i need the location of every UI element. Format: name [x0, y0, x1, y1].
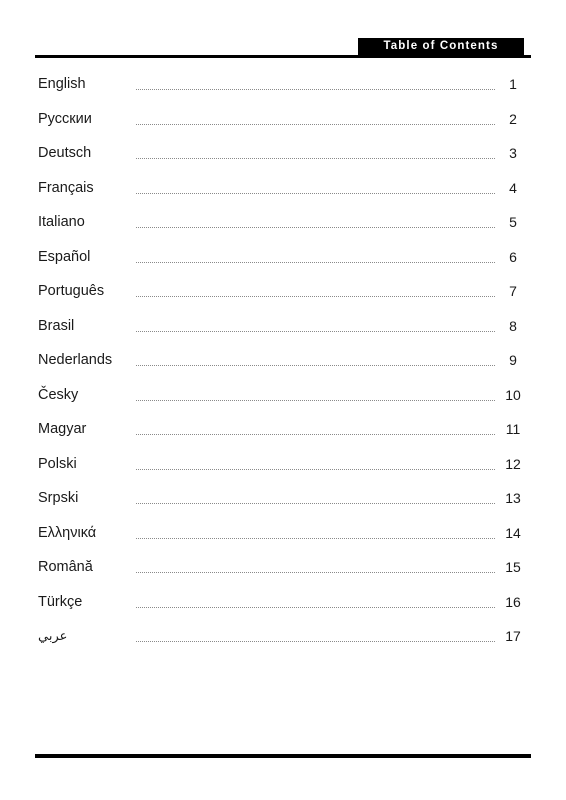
toc-entry-page-number: 11: [505, 421, 521, 437]
toc-entry-page-number: 13: [505, 490, 521, 506]
toc-leader-dots: [136, 537, 495, 539]
toc-entry[interactable]: Português 7: [0, 281, 566, 316]
toc-entry-label: Русскии: [38, 110, 92, 127]
toc-entry-label: Français: [38, 179, 94, 196]
toc-entry-label: English: [38, 76, 86, 92]
toc-entry-page-number: 9: [509, 352, 517, 368]
toc-leader-dots: [136, 295, 495, 297]
toc-leader-dots: [136, 468, 495, 470]
toc-entry-page-number: 16: [505, 593, 521, 610]
page-header: Table of Contents: [0, 0, 566, 62]
toc-entry[interactable]: Română 15: [0, 557, 566, 592]
toc-entry-page-number: 17: [505, 628, 521, 644]
toc-entry-page-number: 10: [505, 386, 521, 403]
toc-leader-dots: [136, 330, 495, 332]
toc-entry-page-number: 3: [509, 145, 517, 161]
toc-entry-label: Deutsch: [38, 145, 92, 161]
toc-entry[interactable]: Ελληνικά 14: [0, 523, 566, 558]
toc-entry[interactable]: عربي 17: [0, 626, 566, 661]
toc-entry[interactable]: Polski 12: [0, 454, 566, 489]
toc-entry[interactable]: Español 6: [0, 247, 566, 282]
toc-entry-page-number: 6: [509, 248, 517, 265]
footer-divider: [35, 754, 531, 758]
table-of-contents-list: English 1 Русскии 2 Deutsch 3 Français 4 Italian…: [0, 74, 566, 661]
toc-entry[interactable]: Français 4: [0, 178, 566, 213]
toc-entry-page-number: 1: [509, 76, 517, 92]
toc-entry[interactable]: Türkçe 16: [0, 592, 566, 627]
toc-entry-page-number: 5: [509, 214, 517, 230]
toc-leader-dots: [136, 502, 495, 504]
toc-entry-label: Srpski: [38, 490, 79, 506]
toc-leader-dots: [136, 433, 495, 435]
page-title: Table of Contents: [358, 38, 524, 55]
toc-entry-page-number: 15: [505, 559, 521, 575]
toc-entry[interactable]: Deutsch 3: [0, 143, 566, 178]
toc-entry[interactable]: Italiano 5: [0, 212, 566, 247]
toc-entry-label: Polski: [38, 455, 77, 472]
toc-leader-dots: [136, 571, 495, 573]
toc-leader-dots: [136, 157, 495, 159]
toc-entry-label: عربي: [38, 628, 68, 643]
toc-entry-page-number: 7: [509, 283, 517, 299]
toc-leader-dots: [136, 640, 495, 642]
toc-leader-dots: [136, 226, 495, 228]
toc-entry-page-number: 8: [509, 317, 517, 334]
toc-entry-page-number: 12: [505, 455, 521, 472]
toc-entry-page-number: 2: [509, 110, 517, 127]
toc-entry[interactable]: Русскии 2: [0, 109, 566, 144]
toc-entry-label: Nederlands: [38, 352, 113, 368]
toc-entry[interactable]: Srpski 13: [0, 488, 566, 523]
toc-leader-dots: [136, 399, 495, 401]
toc-entry-page-number: 4: [509, 179, 517, 196]
toc-leader-dots: [136, 88, 495, 90]
toc-entry-label: Português: [38, 283, 105, 299]
toc-entry-label: Ελληνικά: [38, 524, 97, 541]
toc-entry-label: Español: [38, 248, 91, 265]
toc-entry[interactable]: English 1: [0, 74, 566, 109]
toc-entry[interactable]: Česky 10: [0, 385, 566, 420]
toc-entry[interactable]: Magyar 11: [0, 419, 566, 454]
toc-entry[interactable]: Brasil 8: [0, 316, 566, 351]
document-page: Table of Contents English 1 Русскии 2 Deutsc…: [0, 0, 566, 800]
toc-leader-dots: [136, 364, 495, 366]
toc-entry-label: Česky: [38, 386, 79, 403]
toc-leader-dots: [136, 606, 495, 608]
toc-entry-label: Română: [38, 559, 93, 575]
toc-entry[interactable]: Nederlands 9: [0, 350, 566, 385]
toc-entry-label: Magyar: [38, 421, 87, 437]
toc-entry-label: Türkçe: [38, 593, 83, 610]
toc-leader-dots: [136, 192, 495, 194]
toc-entry-label: Brasil: [38, 317, 75, 334]
toc-entry-page-number: 14: [505, 524, 521, 541]
header-divider: [35, 55, 531, 58]
toc-leader-dots: [136, 123, 495, 125]
toc-leader-dots: [136, 261, 495, 263]
toc-entry-label: Italiano: [38, 214, 85, 230]
